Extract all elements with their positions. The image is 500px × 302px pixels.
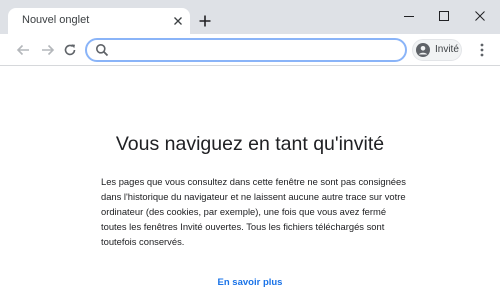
vertical-dots-icon[interactable] [474, 41, 490, 59]
browser-toolbar: Invité [0, 34, 500, 66]
tab-title: Nouvel onglet [22, 14, 90, 26]
guest-page: Vous naviguez en tant qu'invité Les page… [0, 67, 500, 302]
window-close-icon[interactable] [468, 4, 492, 28]
omnibox[interactable] [85, 38, 407, 62]
reload-icon[interactable] [60, 40, 80, 60]
guest-profile-button[interactable]: Invité [412, 39, 462, 61]
guest-avatar-icon [416, 43, 430, 57]
close-icon[interactable] [170, 13, 186, 29]
plus-icon[interactable] [196, 12, 214, 30]
tab-new-tab[interactable]: Nouvel onglet [8, 8, 190, 34]
search-icon [95, 43, 109, 57]
omnibox-input[interactable] [115, 41, 395, 59]
arrow-left-icon[interactable] [13, 40, 33, 60]
arrow-right-icon[interactable] [38, 40, 58, 60]
tab-strip: Nouvel onglet [0, 0, 500, 34]
learn-more-link[interactable]: En savoir plus [0, 277, 500, 288]
guest-label: Invité [435, 44, 459, 55]
minimize-icon[interactable] [397, 4, 421, 28]
guest-description: Les pages que vous consultez dans cette … [101, 176, 406, 247]
page-title: Vous naviguez en tant qu'invité [115, 133, 385, 155]
maximize-icon[interactable] [432, 4, 456, 28]
